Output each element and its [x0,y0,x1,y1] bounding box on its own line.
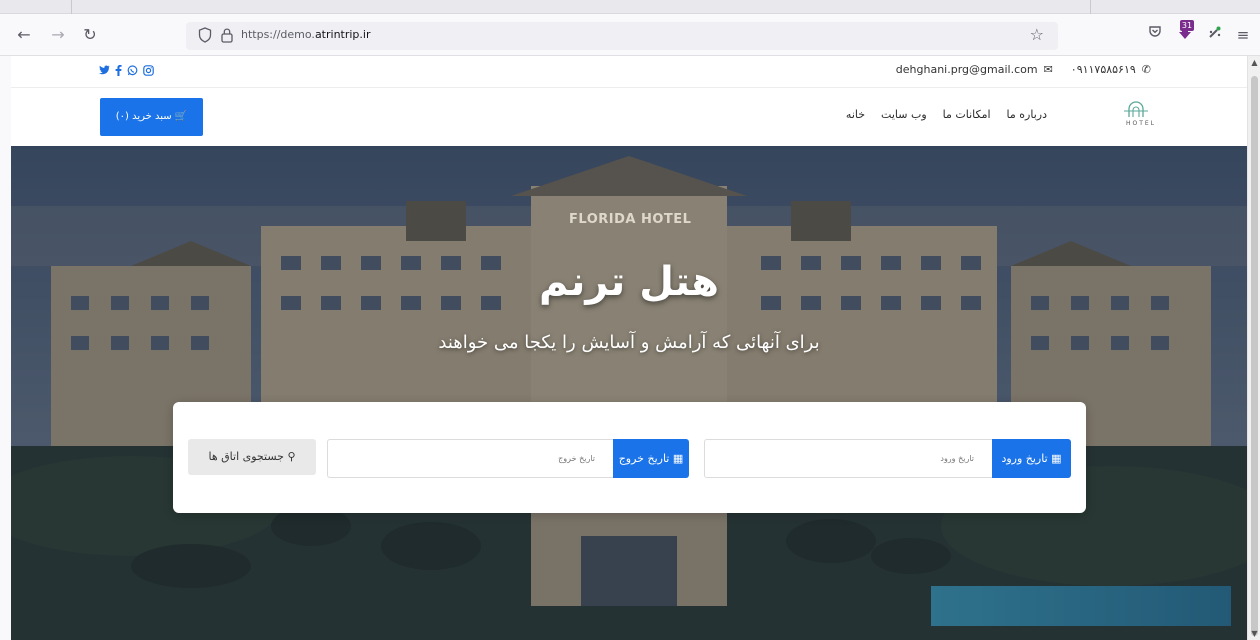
checkin-label-text: تاریخ ورود [1001,452,1048,465]
email-text[interactable]: dehghani.prg@gmail.com [896,63,1038,76]
scrollbar-thumb[interactable] [1251,76,1258,636]
extension-badge: 31 [1180,20,1194,31]
menu-item-about[interactable]: درباره ما [1007,108,1047,121]
scroll-down-icon[interactable]: ▼ [1250,629,1259,638]
browser-toolbar: ← → ↻ https://demo.atrintrip.ir ☆ 31 ≡ [0,14,1260,56]
menu-item-website[interactable]: وب سایت [881,108,927,121]
logo-wordmark: HOTEL [1125,120,1157,127]
page-scrollbar[interactable]: ▲ ▼ [1247,56,1260,640]
checkout-date-label[interactable]: ▦ تاریخ خروج [613,439,689,478]
phone-icon: ✆ [1141,63,1151,76]
instagram-icon[interactable] [143,64,154,80]
whatsapp-icon[interactable] [127,64,138,80]
search-rooms-label: جستجوی اتاق ها [208,450,284,463]
lock-icon[interactable] [220,27,234,43]
hotel-logo-mark [1124,101,1148,117]
page-viewport: dehghani.prg@gmail.com ✉ ۰۹۱۱۷۵۸۵۶۱۹ ✆ 🛒… [11,56,1247,640]
cart-button[interactable]: 🛒 سبد خرید (۰) [100,98,203,136]
tab-divider [1090,0,1091,14]
contact-info: dehghani.prg@gmail.com ✉ ۰۹۱۱۷۵۸۵۶۱۹ ✆ [896,63,1151,76]
envelope-icon: ✉ [1043,63,1053,76]
checkin-date-group: تاریخ ورود ▦ تاریخ ورود [704,439,1071,478]
bookmark-star-icon[interactable]: ☆ [1030,25,1044,44]
search-icon: ⚲ [287,450,296,463]
checkout-label-text: تاریخ خروج [618,452,670,465]
address-bar[interactable]: https://demo.atrintrip.ir ☆ [186,22,1058,50]
back-icon[interactable]: ← [14,25,34,45]
room-search-card: ⚲ جستجوی اتاق ها تاریخ خروج ▦ تاریخ خروج… [173,402,1086,513]
checkout-date-input[interactable]: تاریخ خروج [327,439,613,478]
main-menu: خانه وب سایت امکانات ما درباره ما [846,108,1047,121]
facebook-icon[interactable] [115,64,122,80]
checkout-date-group: تاریخ خروج ▦ تاریخ خروج [327,439,689,478]
extensions-icon[interactable] [1204,24,1226,46]
tab-strip [0,0,1260,14]
scroll-up-icon[interactable]: ▲ [1250,58,1259,67]
tab-divider [71,0,72,14]
menu-hamburger-icon[interactable]: ≡ [1232,24,1254,46]
hero-banner: FLORIDA HOTEL هتل ترنم برای آنهائی که آر… [11,146,1247,640]
tracking-shield-icon[interactable] [198,27,212,43]
reload-icon[interactable]: ↻ [80,25,100,45]
hero-subtitle: برای آنهائی که آرامش و آسایش را یکجا می … [438,332,820,353]
url-prefix: https://demo. [241,28,315,41]
social-links [99,64,154,80]
search-rooms-button[interactable]: ⚲ جستجوی اتاق ها [188,439,316,475]
pocket-icon[interactable] [1144,24,1166,46]
hotel-logo[interactable]: HOTEL [1121,101,1161,133]
hotel-sign-text: FLORIDA HOTEL [569,212,692,227]
calendar-icon: ▦ [672,452,684,465]
calendar-icon: ▦ [1051,452,1062,465]
phone-text[interactable]: ۰۹۱۱۷۵۸۵۶۱۹ [1071,63,1136,76]
url-domain: atrintrip.ir [314,28,371,41]
forward-icon[interactable]: → [48,25,68,45]
menu-item-home[interactable]: خانه [846,108,865,121]
url-text[interactable]: https://demo.atrintrip.ir [241,28,371,41]
checkin-date-label[interactable]: ▦ تاریخ ورود [992,439,1071,478]
menu-item-facilities[interactable]: امکانات ما [943,108,991,121]
checkin-date-input[interactable]: تاریخ ورود [704,439,992,478]
main-navbar: 🛒 سبد خرید (۰) خانه وب سایت امکانات ما د… [11,88,1247,146]
hero-title: هتل ترنم [539,259,719,305]
twitter-icon[interactable] [99,65,110,79]
browser-window: ← → ↻ https://demo.atrintrip.ir ☆ 31 ≡ d… [0,0,1260,640]
top-info-bar: dehghani.prg@gmail.com ✉ ۰۹۱۱۷۵۸۵۶۱۹ ✆ [11,56,1247,88]
